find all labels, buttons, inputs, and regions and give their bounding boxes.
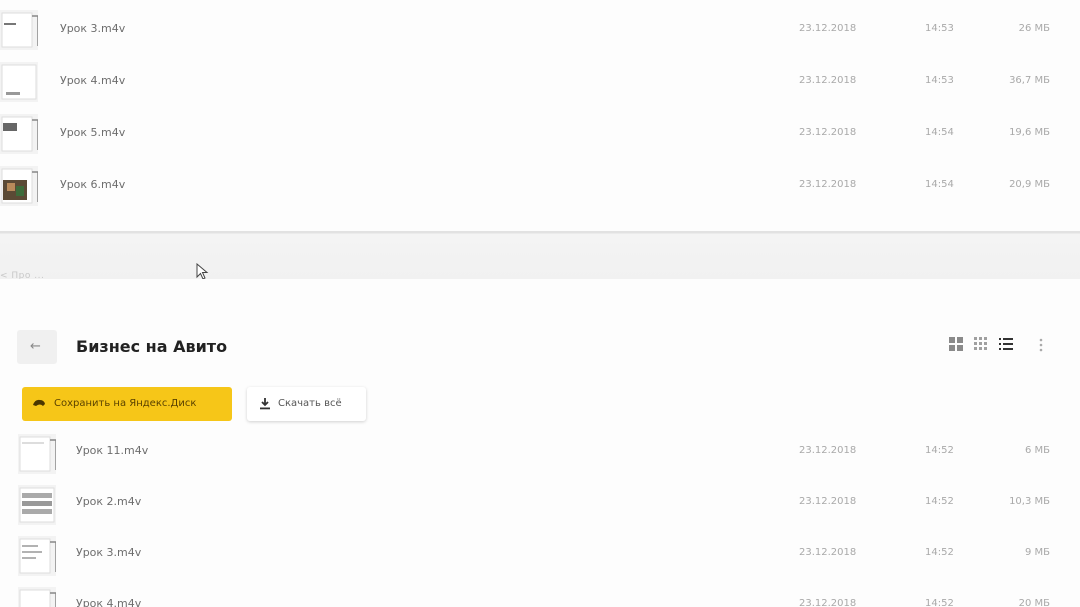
file-date: 23.12.2018 (799, 445, 857, 456)
file-row[interactable]: Урок 3.m4v 23.12.2018 14:52 9 МБ (0, 532, 1080, 584)
file-name[interactable]: Урок 4.m4v (60, 74, 125, 87)
file-time: 14:52 (925, 598, 954, 607)
file-name[interactable]: Урок 6.m4v (60, 178, 125, 191)
arrow-left-icon: ← (30, 339, 41, 354)
file-row[interactable]: Урок 4.m4v 23.12.2018 14:52 20 МБ (0, 583, 1080, 607)
download-icon (260, 398, 270, 410)
file-size: 26 МБ (1018, 23, 1050, 34)
back-button[interactable]: ← (17, 330, 57, 364)
file-date: 23.12.2018 (799, 179, 857, 190)
folder-actions: Сохранить на Яндекс.Диск Скачать всё (0, 386, 1080, 424)
download-all-label: Скачать всё (278, 398, 342, 409)
panel-divider: < Про ... (0, 231, 1080, 281)
file-time: 14:54 (925, 179, 954, 190)
file-row[interactable]: Урок 11.m4v 23.12.2018 14:52 6 МБ (0, 430, 1080, 482)
file-row[interactable]: Урок 6.m4v 23.12.2018 14:54 20,9 МБ (0, 160, 1080, 212)
file-name[interactable]: Урок 5.m4v (60, 126, 125, 139)
file-time: 14:52 (925, 445, 954, 456)
save-to-disk-label: Сохранить на Яндекс.Диск (54, 398, 197, 409)
file-time: 14:52 (925, 547, 954, 558)
file-time: 14:52 (925, 496, 954, 507)
file-time: 14:54 (925, 127, 954, 138)
file-row[interactable]: Урок 2.m4v 23.12.2018 14:52 10,3 МБ (0, 481, 1080, 533)
file-name[interactable]: Урок 3.m4v (76, 546, 141, 559)
file-name[interactable]: Урок 11.m4v (76, 444, 148, 457)
file-name[interactable]: Урок 2.m4v (76, 495, 141, 508)
video-thumbnail (0, 166, 38, 206)
video-thumbnail (18, 587, 56, 607)
file-row[interactable]: Урок 4.m4v 23.12.2018 14:53 36,7 МБ (0, 56, 1080, 108)
file-size: 9 МБ (1024, 547, 1050, 558)
file-time: 14:53 (925, 23, 954, 34)
file-size: 19,6 МБ (1009, 127, 1050, 138)
file-date: 23.12.2018 (799, 547, 857, 558)
download-all-button[interactable]: Скачать всё (247, 387, 366, 421)
file-name[interactable]: Урок 3.m4v (60, 22, 125, 35)
file-date: 23.12.2018 (799, 23, 857, 34)
file-date: 23.12.2018 (799, 496, 857, 507)
list-view-icon[interactable] (998, 336, 1014, 352)
file-name[interactable]: Урок 4.m4v (76, 597, 141, 607)
small-tiles-icon[interactable] (973, 336, 989, 352)
folder-title: Бизнес на Авито (76, 337, 228, 356)
file-date: 23.12.2018 (799, 75, 857, 86)
video-thumbnail (18, 485, 56, 525)
save-to-disk-button[interactable]: Сохранить на Яндекс.Диск (22, 387, 232, 421)
video-thumbnail (18, 434, 56, 474)
video-thumbnail (0, 62, 38, 102)
file-size: 20,9 МБ (1009, 179, 1050, 190)
file-row[interactable]: Урок 3.m4v 23.12.2018 14:53 26 МБ (0, 4, 1080, 56)
video-thumbnail (18, 536, 56, 576)
video-thumbnail (0, 10, 38, 50)
file-size: 6 МБ (1024, 445, 1050, 456)
file-size: 20 МБ (1018, 598, 1050, 607)
file-row[interactable]: Урок 5.m4v 23.12.2018 14:54 19,6 МБ (0, 108, 1080, 160)
file-date: 23.12.2018 (799, 598, 857, 607)
file-size: 10,3 МБ (1009, 496, 1050, 507)
more-vertical-icon[interactable] (1036, 336, 1046, 354)
file-size: 36,7 МБ (1009, 75, 1050, 86)
video-thumbnail (0, 114, 38, 154)
file-time: 14:53 (925, 75, 954, 86)
file-date: 23.12.2018 (799, 127, 857, 138)
folder-header: ← Бизнес на Авито (0, 326, 1080, 370)
view-switcher (948, 336, 1018, 355)
large-tiles-icon[interactable] (948, 336, 964, 352)
disk-icon (33, 399, 45, 406)
previous-file-list: Урок 3.m4v 23.12.2018 14:53 26 МБ Урок 4… (0, 0, 1080, 232)
